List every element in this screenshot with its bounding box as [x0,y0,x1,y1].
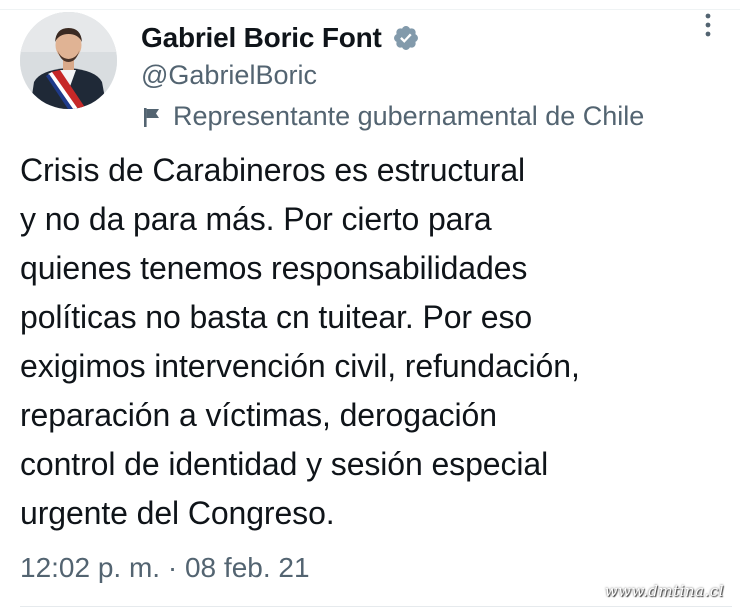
timestamp[interactable]: 12:02 p. m. · 08 feb. 21 [20,552,310,584]
tweet-text-line: urgente del Congreso. [20,495,335,531]
flag-icon [144,107,159,127]
verified-badge-icon[interactable] [392,24,420,52]
tweet-text-line: control de identidad y sesión especial [20,446,549,482]
timestamp-separator: · [160,552,185,583]
tweet-card: Gabriel Boric Font @GabrielBoric Represe… [0,0,740,614]
affiliation-label[interactable]: Representante gubernamental de Chile [141,101,740,132]
name-row: Gabriel Boric Font [141,18,740,58]
tweet-header: Gabriel Boric Font @GabrielBoric Represe… [141,18,740,132]
tweet-date: 08 feb. 21 [184,552,310,583]
tweet-text-line: reparación a víctimas, derogación [20,397,497,433]
avatar[interactable] [20,12,117,109]
more-vertical-icon[interactable] [704,12,712,40]
affiliation-text: Representante gubernamental de Chile [173,101,645,131]
bottom-divider [20,606,732,607]
tweet-time: 12:02 p. m. [20,552,161,583]
watermark: www.dmtina.cl [604,582,724,600]
display-name[interactable]: Gabriel Boric Font [141,22,382,54]
tweet-text-line: y no da para más. Por cierto para [20,201,492,237]
tweet-text-line: quienes tenemos responsabilidades [20,250,528,286]
user-handle[interactable]: @GabrielBoric [141,60,740,91]
tweet-text: Crisis de Carabineros es estructural y n… [20,146,732,538]
tweet-text-line: exigimos intervención civil, refundación… [20,348,580,384]
top-divider [0,9,740,10]
avatar-image [20,12,117,109]
tweet-text-line: políticas no basta cn tuitear. Por eso [20,299,533,335]
tweet-text-line: Crisis de Carabineros es estructural [20,152,526,188]
